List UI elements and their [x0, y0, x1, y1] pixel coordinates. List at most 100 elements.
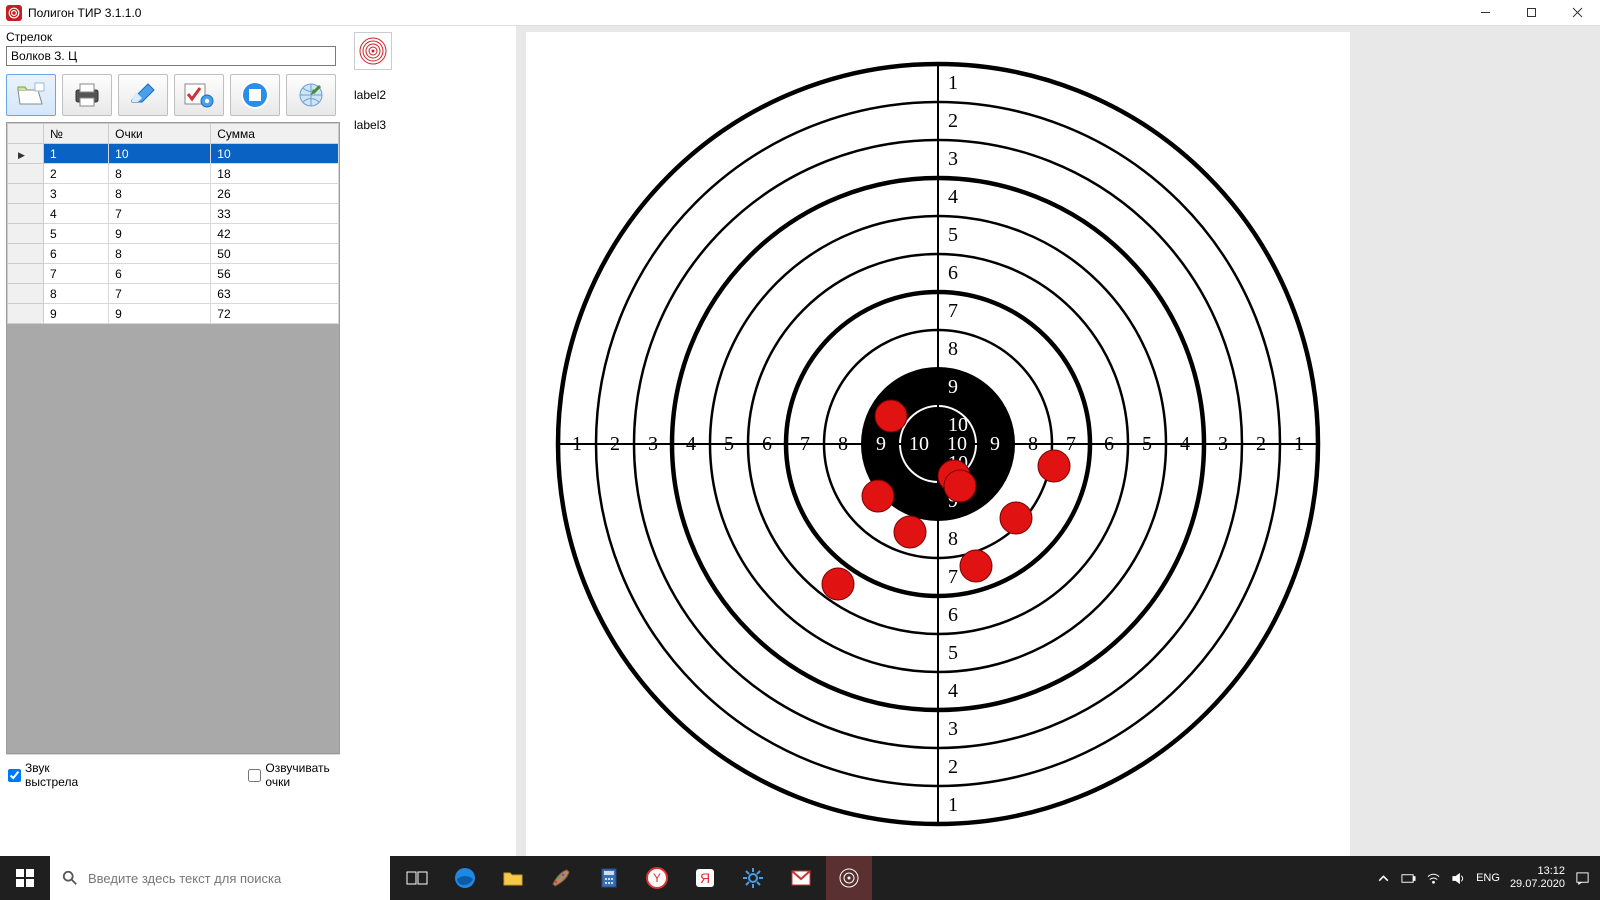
cell-sum[interactable]: 56 [211, 264, 339, 284]
row-header[interactable] [8, 264, 44, 284]
row-header[interactable] [8, 244, 44, 264]
edge-button[interactable] [442, 856, 488, 900]
cell-points[interactable]: 7 [109, 284, 211, 304]
row-header[interactable] [8, 304, 44, 324]
row-header[interactable] [8, 204, 44, 224]
paint-button[interactable] [538, 856, 584, 900]
cell-n[interactable]: 4 [44, 204, 109, 224]
yandex-browser-button[interactable]: Y [634, 856, 680, 900]
shot-sound-checkbox[interactable]: Звук выстрела [8, 761, 88, 789]
tray-lang[interactable]: ENG [1476, 872, 1500, 884]
windows-icon [16, 869, 34, 887]
left-panel: Стрелок [0, 26, 346, 856]
cell-points[interactable]: 9 [109, 224, 211, 244]
cell-points[interactable]: 9 [109, 304, 211, 324]
cell-points[interactable]: 8 [109, 244, 211, 264]
svg-text:7: 7 [948, 566, 958, 588]
row-header[interactable]: ▶ [8, 144, 44, 164]
results-grid[interactable]: № Очки Сумма ▶11010281838264733594268507… [6, 122, 340, 754]
start-button[interactable] [0, 856, 50, 900]
cell-n[interactable]: 2 [44, 164, 109, 184]
table-row[interactable]: 4733 [8, 204, 339, 224]
table-row[interactable]: 7656 [8, 264, 339, 284]
mid-panel: label2 label3 [346, 26, 516, 856]
target-type-button[interactable] [354, 32, 392, 70]
table-row[interactable]: 6850 [8, 244, 339, 264]
cell-sum[interactable]: 26 [211, 184, 339, 204]
shot-marker [862, 480, 894, 512]
tray-clock[interactable]: 13:12 29.07.2020 [1510, 865, 1565, 891]
cell-n[interactable]: 8 [44, 284, 109, 304]
table-row[interactable]: 8763 [8, 284, 339, 304]
col-n[interactable]: № [44, 124, 109, 144]
shot-sound-input[interactable] [8, 769, 21, 782]
toolbar-print-button[interactable] [62, 74, 112, 116]
cell-points[interactable]: 6 [109, 264, 211, 284]
announce-label: Озвучивать очки [265, 761, 338, 789]
close-button[interactable] [1554, 0, 1600, 26]
announce-checkbox[interactable]: Озвучивать очки [248, 761, 338, 789]
table-row[interactable]: 3826 [8, 184, 339, 204]
cell-sum[interactable]: 10 [211, 144, 339, 164]
cell-sum[interactable]: 42 [211, 224, 339, 244]
cell-sum[interactable]: 72 [211, 304, 339, 324]
shooter-input[interactable] [6, 46, 336, 66]
cell-sum[interactable]: 18 [211, 164, 339, 184]
cell-points[interactable]: 7 [109, 204, 211, 224]
settings-gear-button[interactable] [730, 856, 776, 900]
svg-text:10: 10 [909, 433, 929, 455]
system-tray[interactable]: ENG 13:12 29.07.2020 [1366, 865, 1600, 891]
row-header[interactable] [8, 284, 44, 304]
yandex-button[interactable]: Я [682, 856, 728, 900]
svg-text:4: 4 [948, 680, 958, 702]
cell-n[interactable]: 7 [44, 264, 109, 284]
svg-text:7: 7 [1066, 433, 1076, 455]
toolbar-erase-button[interactable] [118, 74, 168, 116]
cell-n[interactable]: 1 [44, 144, 109, 164]
taskbar-search[interactable]: Введите здесь текст для поиска [50, 856, 390, 900]
cell-points[interactable]: 8 [109, 184, 211, 204]
options-row: Звук выстрела Озвучивать очки [6, 754, 340, 795]
calculator-button[interactable] [586, 856, 632, 900]
cell-sum[interactable]: 50 [211, 244, 339, 264]
toolbar-stop-button[interactable] [230, 74, 280, 116]
maximize-button[interactable] [1508, 0, 1554, 26]
svg-text:1: 1 [948, 794, 958, 816]
svg-text:3: 3 [648, 433, 658, 455]
battery-icon [1401, 871, 1416, 886]
notifications-icon[interactable] [1575, 871, 1590, 886]
cell-points[interactable]: 8 [109, 164, 211, 184]
col-points[interactable]: Очки [109, 124, 211, 144]
grid-corner[interactable] [8, 124, 44, 144]
titlebar: Полигон ТИР 3.1.1.0 [0, 0, 1600, 26]
toolbar-calibrate-button[interactable] [286, 74, 336, 116]
col-sum[interactable]: Сумма [211, 124, 339, 144]
cell-sum[interactable]: 33 [211, 204, 339, 224]
cell-n[interactable]: 9 [44, 304, 109, 324]
cell-n[interactable]: 5 [44, 224, 109, 244]
folder-open-icon [14, 80, 48, 110]
table-row[interactable]: 5942 [8, 224, 339, 244]
svg-text:3: 3 [948, 718, 958, 740]
table-row[interactable]: ▶11010 [8, 144, 339, 164]
shot-marker [944, 470, 976, 502]
announce-input[interactable] [248, 769, 261, 782]
cell-sum[interactable]: 63 [211, 284, 339, 304]
table-row[interactable]: 2818 [8, 164, 339, 184]
row-header[interactable] [8, 184, 44, 204]
gmail-button[interactable] [778, 856, 824, 900]
svg-text:5: 5 [1142, 433, 1152, 455]
toolbar-settings-button[interactable] [174, 74, 224, 116]
shooter-label: Стрелок [6, 30, 340, 44]
cell-n[interactable]: 3 [44, 184, 109, 204]
explorer-button[interactable] [490, 856, 536, 900]
table-row[interactable]: 9972 [8, 304, 339, 324]
minimize-button[interactable] [1462, 0, 1508, 26]
task-view-button[interactable] [394, 856, 440, 900]
app-taskbar-button[interactable] [826, 856, 872, 900]
toolbar-open-button[interactable] [6, 74, 56, 116]
row-header[interactable] [8, 224, 44, 244]
row-header[interactable] [8, 164, 44, 184]
cell-n[interactable]: 6 [44, 244, 109, 264]
cell-points[interactable]: 10 [109, 144, 211, 164]
